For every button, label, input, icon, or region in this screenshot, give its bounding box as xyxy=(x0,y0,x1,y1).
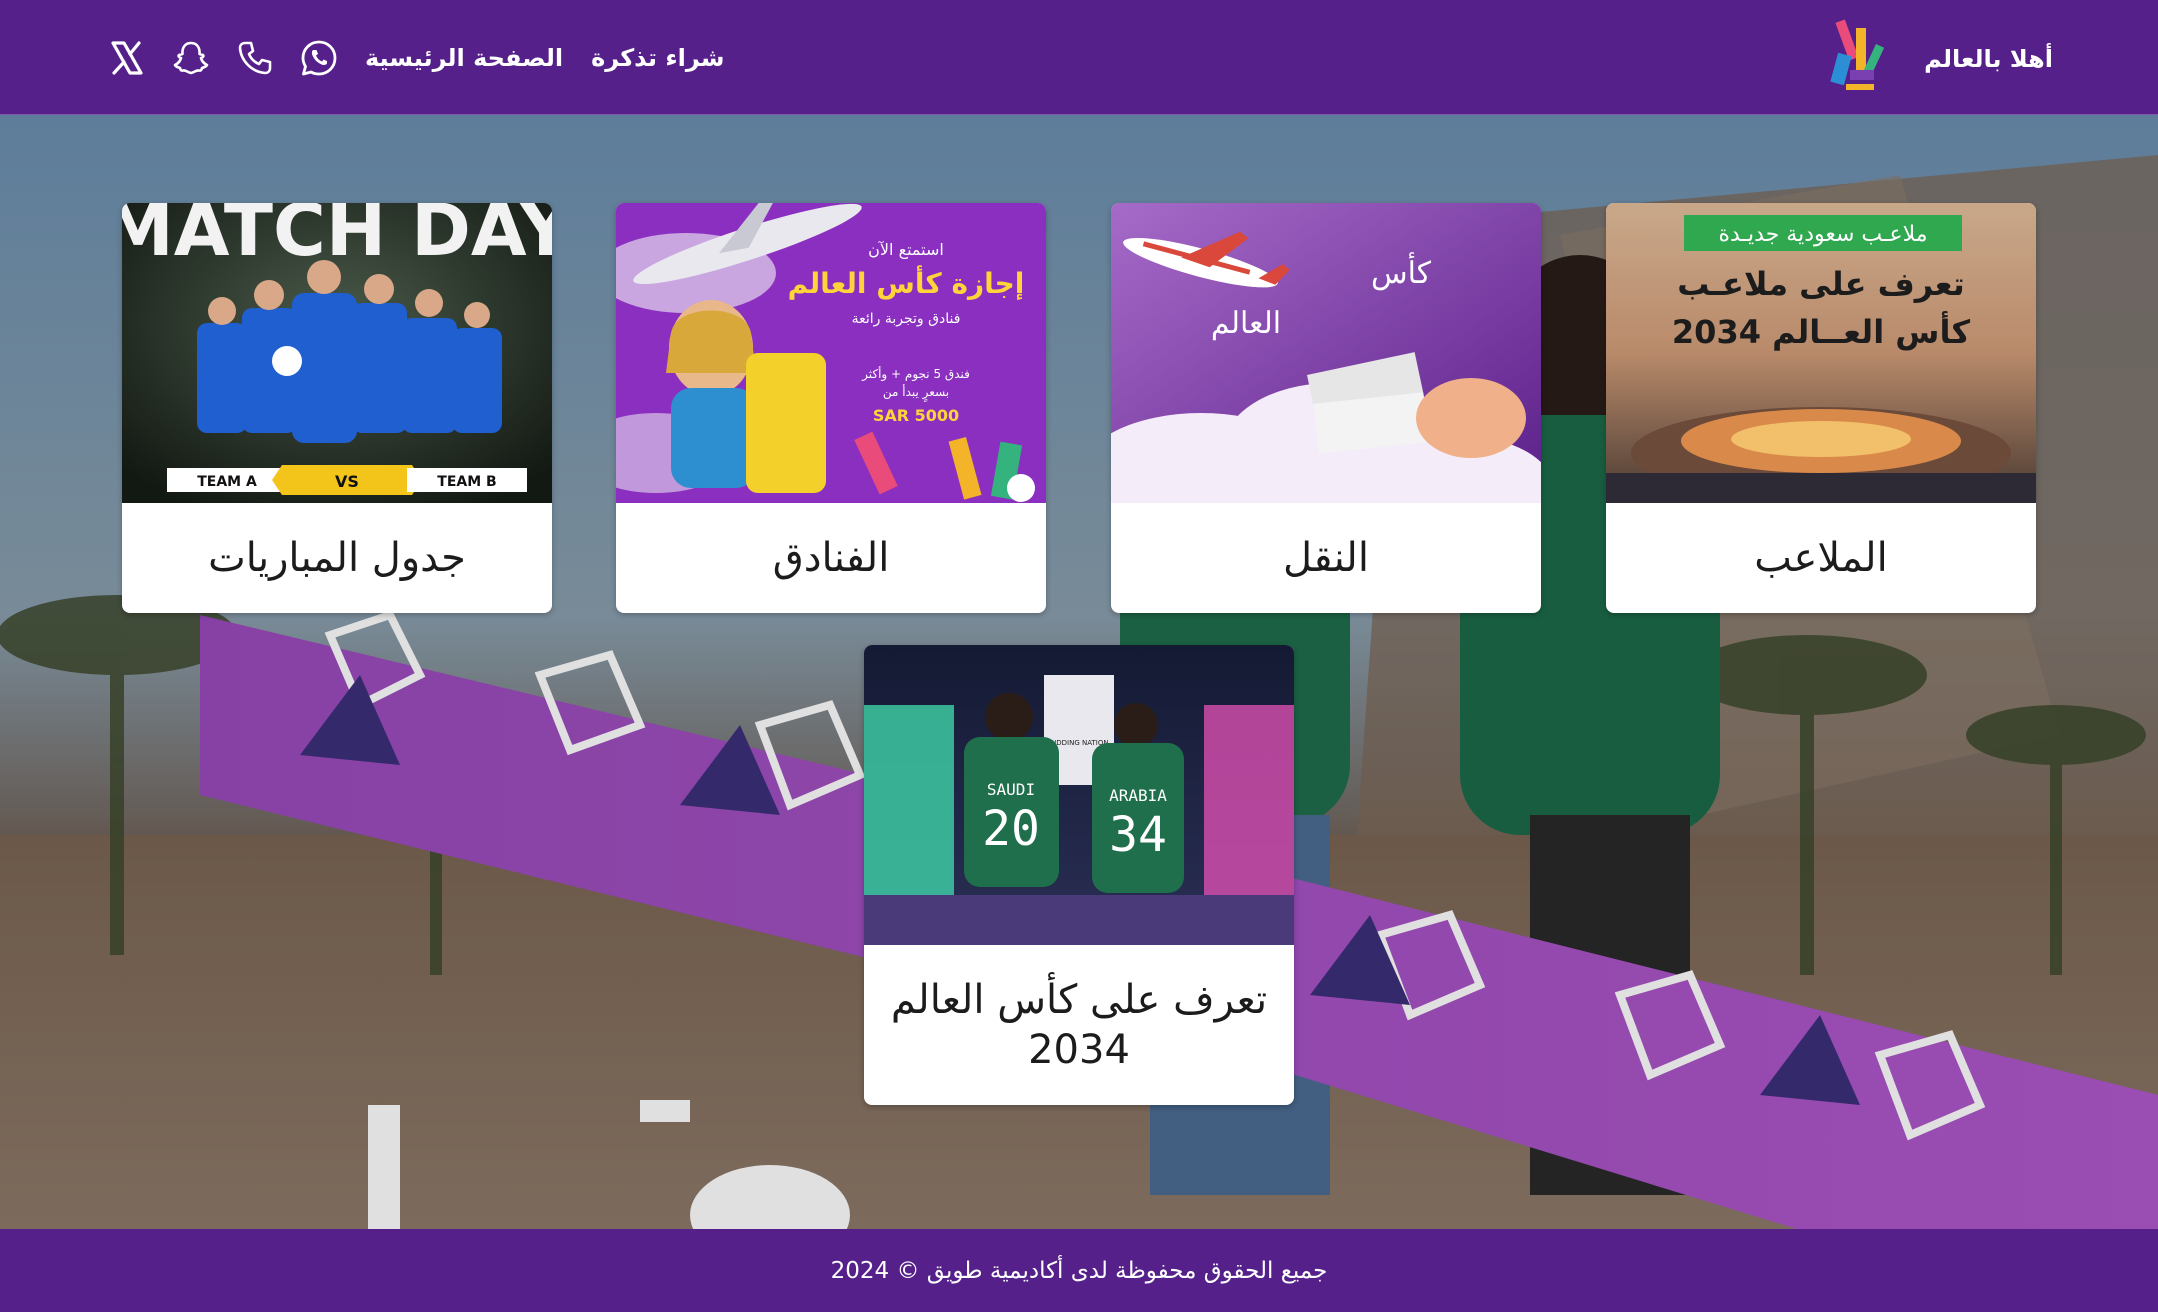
world-cup-logo-icon xyxy=(1830,19,1885,90)
match-schedule-image: MATCH DAY TEAM A VS TEAM B xyxy=(122,203,552,503)
transport-word-1: كأس xyxy=(1371,252,1432,291)
snapchat-icon[interactable] xyxy=(172,39,210,77)
hotels-image: استمتع الآن إجازة كأس العالم فنادق وتجرب… xyxy=(616,203,1046,503)
world-cup-2034-image: BIDDING NATION SAUDI 20 ARABIA 34 xyxy=(864,645,1294,945)
transport-word-2: العالم xyxy=(1211,306,1281,341)
nav-home[interactable]: الصفحة الرئيسية xyxy=(365,44,563,72)
stadiums-headline-2: كأس العــالم 2034 xyxy=(1672,311,1971,351)
stadiums-image: ملاعـب سعودية جديـدة تعرف على ملاعـب كأس… xyxy=(1606,203,2036,503)
card-title: الفنادق xyxy=(772,535,890,581)
card-hotels[interactable]: استمتع الآن إجازة كأس العالم فنادق وتجرب… xyxy=(616,203,1046,613)
top-navigation-bar: أهلا بالعالم شراء تذكرة الصفحة الرئيسية xyxy=(0,0,2158,115)
brand[interactable]: أهلا بالعالم xyxy=(1812,14,2053,104)
card-world-cup-2034[interactable]: BIDDING NATION SAUDI 20 ARABIA 34 تعرف ع… xyxy=(864,645,1294,1105)
transport-image: كأس العالم xyxy=(1111,203,1541,503)
nav-buy-ticket[interactable]: شراء تذكرة xyxy=(591,44,724,72)
main-nav: شراء تذكرة الصفحة الرئيسية xyxy=(365,36,724,80)
social-links xyxy=(108,34,338,82)
versus-label: VS xyxy=(335,472,359,491)
jersey-left-name: SAUDI xyxy=(987,780,1035,799)
card-title: الملاعب xyxy=(1754,535,1888,581)
card-stadiums[interactable]: ملاعـب سعودية جديـدة تعرف على ملاعـب كأس… xyxy=(1606,203,2036,613)
brand-title: أهلا بالعالم xyxy=(1924,45,2053,73)
phone-icon[interactable] xyxy=(236,39,274,77)
copyright-text: جميع الحقوق محفوظة لدى أكاديمية طويق © 2… xyxy=(830,1257,1328,1284)
jersey-right-name: ARABIA xyxy=(1109,786,1167,805)
card-title: النقل xyxy=(1283,535,1369,581)
stadiums-headline-1: تعرف على ملاعـب xyxy=(1677,265,1965,303)
jersey-left-number: 20 xyxy=(982,801,1040,857)
card-transport[interactable]: كأس العالم النقل xyxy=(1111,203,1541,613)
hotels-line-1: استمتع الآن xyxy=(868,240,944,260)
hotels-line-3: فنادق وتجربة رائعة xyxy=(852,311,961,327)
card-title: تعرف على كأس العالم 2034 xyxy=(890,977,1268,1073)
card-match-schedule[interactable]: MATCH DAY TEAM A VS TEAM B جدول المباريا… xyxy=(122,203,552,613)
team-b-label: TEAM B xyxy=(437,474,496,490)
x-icon[interactable] xyxy=(108,39,146,77)
hotels-line-4: فندق 5 نجوم + وأكثر xyxy=(861,366,970,382)
stadiums-badge: ملاعـب سعودية جديـدة xyxy=(1719,222,1928,247)
hotels-line-2: إجازة كأس العالم xyxy=(788,265,1025,301)
hotels-price: 5000 SAR xyxy=(873,406,959,425)
card-title: جدول المباريات xyxy=(208,535,466,581)
jersey-right-number: 34 xyxy=(1109,807,1167,863)
whatsapp-icon[interactable] xyxy=(300,39,338,77)
footer: جميع الحقوق محفوظة لدى أكاديمية طويق © 2… xyxy=(0,1229,2158,1312)
match-day-banner: MATCH DAY xyxy=(122,203,552,272)
team-a-label: TEAM A xyxy=(197,474,257,490)
